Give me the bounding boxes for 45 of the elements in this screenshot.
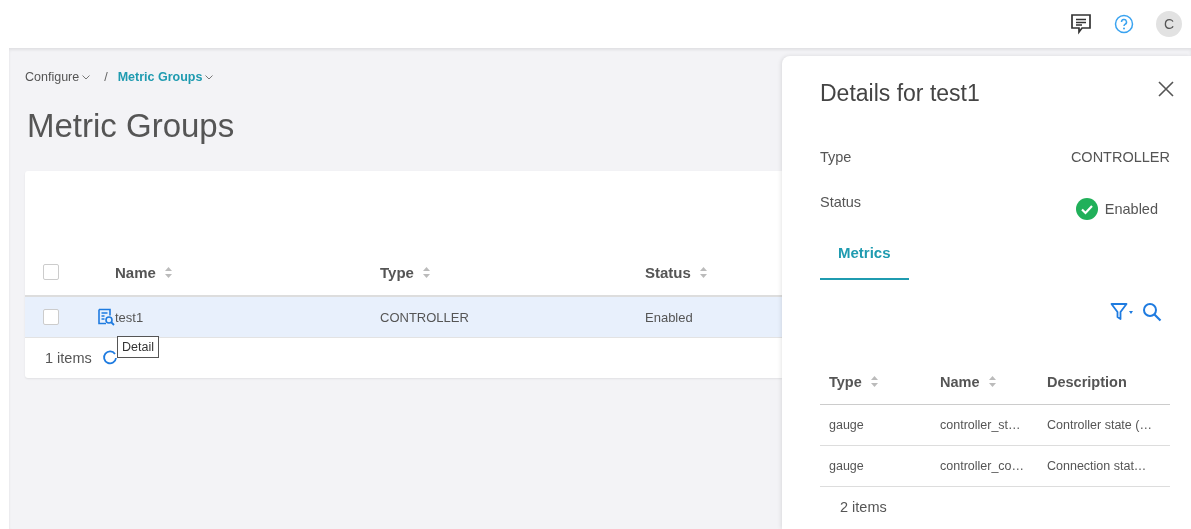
- check-circle-icon: [1075, 198, 1098, 220]
- item-count: 2 items: [839, 498, 888, 515]
- search-icon[interactable]: [1142, 302, 1162, 322]
- refresh-icon[interactable]: [101, 350, 118, 366]
- tooltip: Detail: [117, 336, 159, 358]
- table-cell: gauge: [820, 445, 931, 487]
- panel-title: Details for test1: [820, 80, 980, 106]
- table-cell: controller_co…: [931, 445, 1038, 487]
- column-header[interactable]: Name: [115, 263, 156, 281]
- table-cell: test1: [115, 296, 380, 338]
- field-label: Type: [820, 149, 852, 165]
- chevron-down-icon[interactable]: [205, 74, 214, 80]
- table-cell: controller_st…: [931, 404, 1038, 446]
- chat-icon[interactable]: [1070, 13, 1092, 35]
- sort-icon[interactable]: [870, 376, 878, 387]
- user-avatar[interactable]: C: [1156, 11, 1182, 37]
- column-header[interactable]: Type: [829, 373, 862, 390]
- close-icon[interactable]: [1158, 81, 1174, 97]
- filter-icon[interactable]: [1110, 302, 1134, 322]
- breadcrumb-link[interactable]: Configure: [25, 70, 91, 84]
- breadcrumb-separator: /: [104, 70, 108, 84]
- row-checkbox[interactable]: [43, 309, 59, 325]
- detail-icon[interactable]: [97, 308, 115, 326]
- sort-icon[interactable]: [164, 266, 172, 278]
- table-cell: Connection stat…: [1038, 445, 1170, 487]
- sort-icon[interactable]: [988, 376, 996, 387]
- help-icon[interactable]: [1114, 14, 1134, 34]
- table-cell: gauge: [820, 404, 931, 446]
- table-cell: Controller state (…: [1038, 404, 1170, 446]
- table-cell: Enabled: [645, 296, 782, 338]
- column-header[interactable]: Name: [940, 373, 980, 390]
- column-header[interactable]: Description: [1047, 373, 1127, 390]
- table-cell: CONTROLLER: [380, 296, 645, 338]
- column-header[interactable]: Type: [380, 263, 414, 281]
- column-header[interactable]: Status: [645, 263, 691, 281]
- field-value: CONTROLLER: [1070, 149, 1170, 165]
- select-all-checkbox[interactable]: [43, 264, 59, 280]
- table-row[interactable]: test1 CONTROLLER Enabled: [25, 296, 782, 338]
- status-value: Enabled: [1104, 201, 1158, 217]
- chevron-down-icon[interactable]: [82, 74, 91, 80]
- sort-icon[interactable]: [699, 266, 707, 278]
- sort-icon[interactable]: [422, 266, 430, 278]
- item-count: 1 items: [45, 350, 92, 366]
- field-label: Status: [820, 194, 862, 210]
- page-title: Metric Groups: [27, 106, 236, 146]
